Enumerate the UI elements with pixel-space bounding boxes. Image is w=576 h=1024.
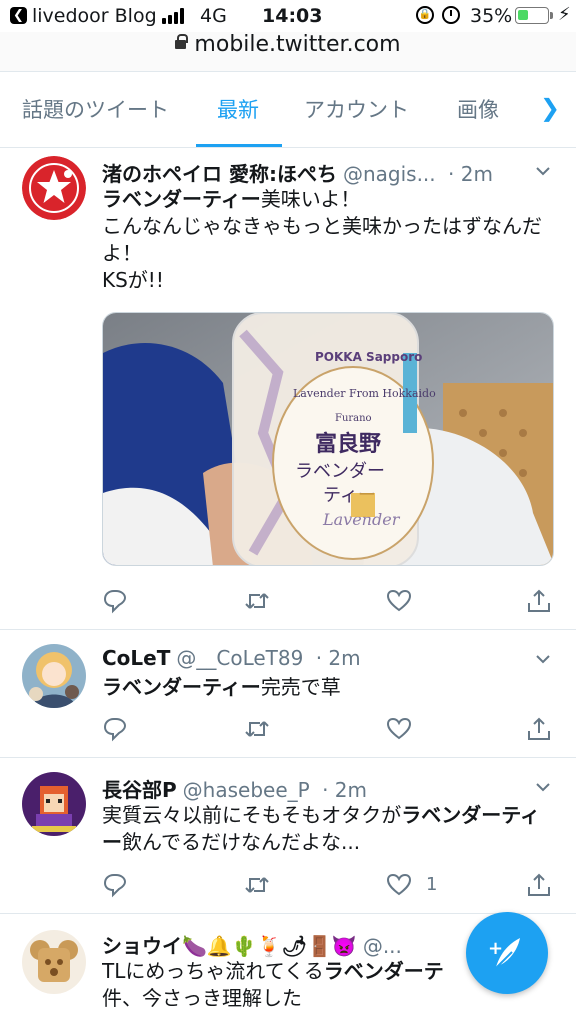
- text-segment: 完売で草: [260, 675, 341, 699]
- signal-icon: [162, 8, 188, 24]
- reply-icon[interactable]: [102, 872, 128, 898]
- tab-images[interactable]: 画像: [457, 94, 499, 124]
- tweet-header: ショウイ🍆🔔🌵🍹🌶🚪👿 @...: [102, 930, 402, 959]
- username[interactable]: @nagis...: [343, 162, 436, 186]
- text-segment: 美味いよ！: [260, 187, 361, 211]
- clock: 14:03: [262, 5, 323, 27]
- timestamp[interactable]: · 2m: [448, 162, 493, 186]
- battery-tip: [550, 12, 553, 19]
- share-icon[interactable]: [526, 588, 552, 614]
- username[interactable]: @__CoLeT89: [176, 646, 303, 670]
- avatar[interactable]: [22, 156, 86, 220]
- bottle-label-furano: Furano: [335, 413, 372, 424]
- chevron-right-icon[interactable]: ❯: [540, 94, 560, 122]
- bottle-label-jp1: 富良野: [315, 431, 381, 457]
- avatar-star-badge: [22, 156, 86, 220]
- tweet-header: 渚のホペイロ 愛称:ほぺち @nagis... · 2m: [102, 158, 493, 187]
- tweet[interactable]: 渚のホペイロ 愛称:ほぺち @nagis... · 2m ラベンダーティー美味いよ…: [0, 148, 576, 630]
- back-to-app-icon[interactable]: ❮: [10, 7, 27, 24]
- text-segment: 実質云々以前にそもそもオタクが: [102, 803, 402, 827]
- tweet-photo[interactable]: POKKA Sapporo Lavender From Hokkaido Fur…: [102, 312, 554, 566]
- back-app-label[interactable]: livedoor Blog: [32, 5, 157, 27]
- username[interactable]: @hasebee_P: [183, 778, 310, 802]
- avatar-pixel-art: [22, 772, 86, 836]
- avatar-anime-illustration: [22, 644, 86, 708]
- bottle-label-jp2: ラベンダー: [295, 461, 385, 482]
- avatar[interactable]: [22, 930, 86, 994]
- reply-icon[interactable]: [102, 588, 128, 614]
- heart-icon[interactable]: [386, 872, 412, 898]
- retweet-icon[interactable]: [244, 588, 270, 614]
- share-icon[interactable]: [526, 872, 552, 898]
- tab-top-tweets[interactable]: 話題のツイート: [22, 94, 169, 124]
- tweet-text: 実質云々以前にそもそもオタクがラベンダーティー飲んでるだけなんだよな...: [102, 802, 558, 856]
- tweet-text: ラベンダーティー完売で草: [102, 674, 558, 701]
- url-bar[interactable]: mobile.twitter.com: [0, 32, 576, 72]
- tweet-actions: [102, 588, 562, 616]
- compose-tweet-button[interactable]: +: [466, 912, 548, 994]
- bottle-label-en: Lavender From Hokkaido: [293, 387, 436, 400]
- timestamp[interactable]: · 2m: [316, 646, 361, 670]
- chevron-down-icon[interactable]: [534, 162, 552, 180]
- heart-icon[interactable]: [386, 588, 412, 614]
- avatar[interactable]: [22, 644, 86, 708]
- avatar[interactable]: [22, 772, 86, 836]
- avatar-koala-cookie: [22, 930, 86, 994]
- display-name[interactable]: 長谷部P: [102, 778, 177, 802]
- tweet-header: CoLeT @__CoLeT89 · 2m: [102, 646, 361, 670]
- svg-text:+: +: [488, 938, 503, 959]
- tweet-actions: [102, 716, 562, 744]
- display-name[interactable]: 渚のホペイロ 愛称:ほぺち: [102, 162, 337, 186]
- chevron-down-icon[interactable]: [534, 650, 552, 668]
- text-line: こんなんじゃなきゃもっと美味かったはずなんだよ！: [102, 214, 542, 265]
- tweet[interactable]: CoLeT @__CoLeT89 · 2m ラベンダーティー完売で草: [0, 630, 576, 758]
- active-tab-indicator: [196, 144, 282, 147]
- retweet-icon[interactable]: [244, 872, 270, 898]
- username[interactable]: @...: [363, 934, 402, 958]
- tweet-text: ラベンダーティー美味いよ！ こんなんじゃなきゃもっと美味かったはずなんだよ！ K…: [102, 186, 558, 294]
- rotation-lock-icon: 🔒: [416, 6, 434, 24]
- compose-tweet-icon: +: [488, 938, 520, 969]
- display-name[interactable]: CoLeT: [102, 646, 170, 670]
- status-bar: ❮ livedoor Blog 4G 14:03 🔒 35% ⚡: [0, 0, 576, 32]
- chevron-down-icon[interactable]: [534, 778, 552, 796]
- tweet-actions: 1: [102, 872, 562, 900]
- tab-accounts[interactable]: アカウント: [304, 94, 409, 124]
- text-segment: TLにめっちゃ流れてくる: [102, 959, 324, 983]
- network-type: 4G: [200, 5, 227, 27]
- text-segment: 飲んでるだけなんだよな...: [122, 830, 361, 854]
- highlight-term: ラベンダーティー: [102, 187, 261, 211]
- battery-icon: [515, 7, 549, 24]
- share-icon[interactable]: [526, 716, 552, 742]
- tweet-header: 長谷部P @hasebee_P · 2m: [102, 774, 367, 803]
- heart-icon[interactable]: [386, 716, 412, 742]
- alarm-icon: [442, 6, 460, 24]
- battery-percent: 35%: [470, 5, 513, 27]
- highlight-term: ラベンダーテ: [323, 959, 444, 983]
- display-name[interactable]: ショウイ🍆🔔🌵🍹🌶🚪👿: [102, 934, 357, 958]
- like-count: 1: [426, 874, 438, 895]
- highlight-term: ラベンダーティー: [102, 675, 261, 699]
- photo-lavender-tea-bottle: POKKA Sapporo Lavender From Hokkaido Fur…: [103, 313, 553, 565]
- battery-level: [518, 10, 528, 20]
- retweet-icon[interactable]: [244, 716, 270, 742]
- text-line: KSが!!: [102, 268, 164, 292]
- reply-icon[interactable]: [102, 716, 128, 742]
- timestamp[interactable]: · 2m: [322, 778, 367, 802]
- tweet[interactable]: 長谷部P @hasebee_P · 2m 実質云々以前にそもそもオタクがラベンダー…: [0, 758, 576, 914]
- charging-icon: ⚡: [558, 4, 571, 25]
- bottle-brand: POKKA Sapporo: [315, 350, 422, 364]
- url-text[interactable]: mobile.twitter.com: [194, 32, 400, 57]
- lock-icon: [175, 34, 189, 49]
- search-tabs: 話題のツイート 最新 アカウント 画像 ❯: [0, 72, 576, 148]
- tab-latest[interactable]: 最新: [217, 94, 259, 124]
